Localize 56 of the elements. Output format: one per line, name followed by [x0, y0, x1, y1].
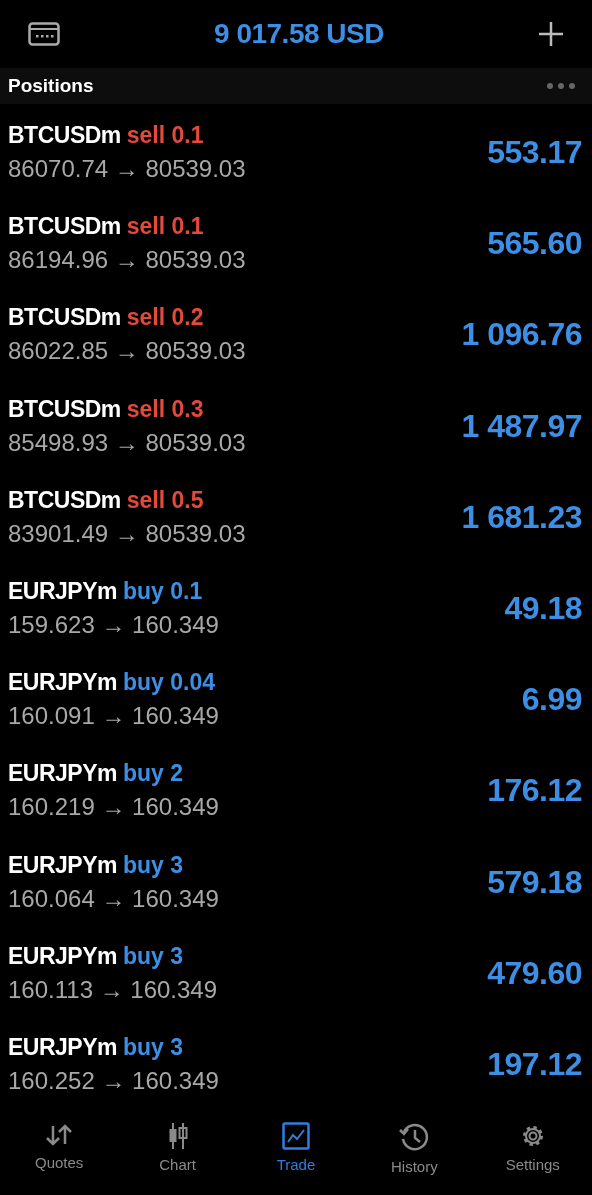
- order-type: buy 0.1: [123, 578, 203, 606]
- symbol-label: EURJPYm: [8, 942, 117, 970]
- order-type: sell 0.2: [126, 304, 204, 332]
- tab-item[interactable]: Settings: [482, 1122, 583, 1174]
- symbol-label: EURJPYm: [8, 760, 117, 788]
- profit-value: 49.18: [504, 590, 582, 628]
- profit-value: 1 681.23: [461, 498, 582, 536]
- order-type: sell 0.3: [126, 395, 204, 423]
- section-title: Positions: [8, 75, 94, 97]
- price-range: 86070.74 → 80539.03: [8, 155, 246, 184]
- price-range: 83901.49 → 80539.03: [8, 519, 246, 548]
- tab-item[interactable]: Trade: [245, 1122, 346, 1174]
- plus-icon[interactable]: [538, 21, 564, 47]
- trend-chart-icon: [281, 1122, 310, 1151]
- profit-value: 579.18: [487, 863, 582, 901]
- price-range: 160.252 → 160.349: [8, 1066, 219, 1095]
- symbol-label: BTCUSDm: [8, 486, 121, 514]
- more-icon[interactable]: [546, 82, 576, 90]
- history-icon: [399, 1122, 430, 1153]
- order-type: buy 3: [123, 942, 184, 970]
- price-range: 85498.93 → 80539.03: [8, 428, 246, 457]
- symbol-label: EURJPYm: [8, 1033, 117, 1061]
- profit-value: 553.17: [487, 134, 582, 172]
- order-type: buy 0.04: [123, 669, 216, 697]
- price-range: 160.091 → 160.349: [8, 702, 219, 731]
- tab-item[interactable]: Chart: [127, 1122, 228, 1174]
- profit-value: 197.12: [487, 1045, 582, 1083]
- profit-value: 6.99: [521, 681, 582, 719]
- tab-item[interactable]: History: [364, 1122, 465, 1176]
- order-type: buy 3: [123, 851, 184, 879]
- order-type: sell 0.5: [126, 486, 204, 514]
- account-balance: 9 017.58 USD: [214, 18, 384, 50]
- profit-value: 1 096.76: [461, 316, 582, 354]
- symbol-label: BTCUSDm: [8, 304, 121, 332]
- symbol-label: BTCUSDm: [8, 122, 121, 150]
- order-type: sell 0.1: [126, 213, 204, 241]
- symbol-label: BTCUSDm: [8, 395, 121, 423]
- price-range: 86194.96 → 80539.03: [8, 246, 246, 275]
- order-type: sell 0.1: [126, 122, 204, 150]
- profit-value: 479.60: [487, 954, 582, 992]
- profit-value: 565.60: [487, 225, 582, 263]
- symbol-label: EURJPYm: [8, 669, 117, 697]
- price-range: 86022.85 → 80539.03: [8, 337, 246, 366]
- symbol-label: BTCUSDm: [8, 213, 121, 241]
- profit-value: 176.12: [487, 772, 582, 810]
- symbol-label: EURJPYm: [8, 578, 117, 606]
- order-type: buy 3: [123, 1033, 184, 1061]
- price-range: 160.113 → 160.349: [8, 975, 218, 1004]
- price-range: 159.623 → 160.349: [8, 611, 219, 640]
- price-range: 160.064 → 160.349: [8, 884, 219, 913]
- profit-value: 1 487.97: [461, 407, 582, 445]
- price-range: 160.219 → 160.349: [8, 793, 219, 822]
- wallet-icon[interactable]: [28, 22, 60, 46]
- tab-item[interactable]: Quotes: [9, 1122, 110, 1172]
- symbol-label: EURJPYm: [8, 851, 117, 879]
- order-type: buy 2: [123, 760, 184, 788]
